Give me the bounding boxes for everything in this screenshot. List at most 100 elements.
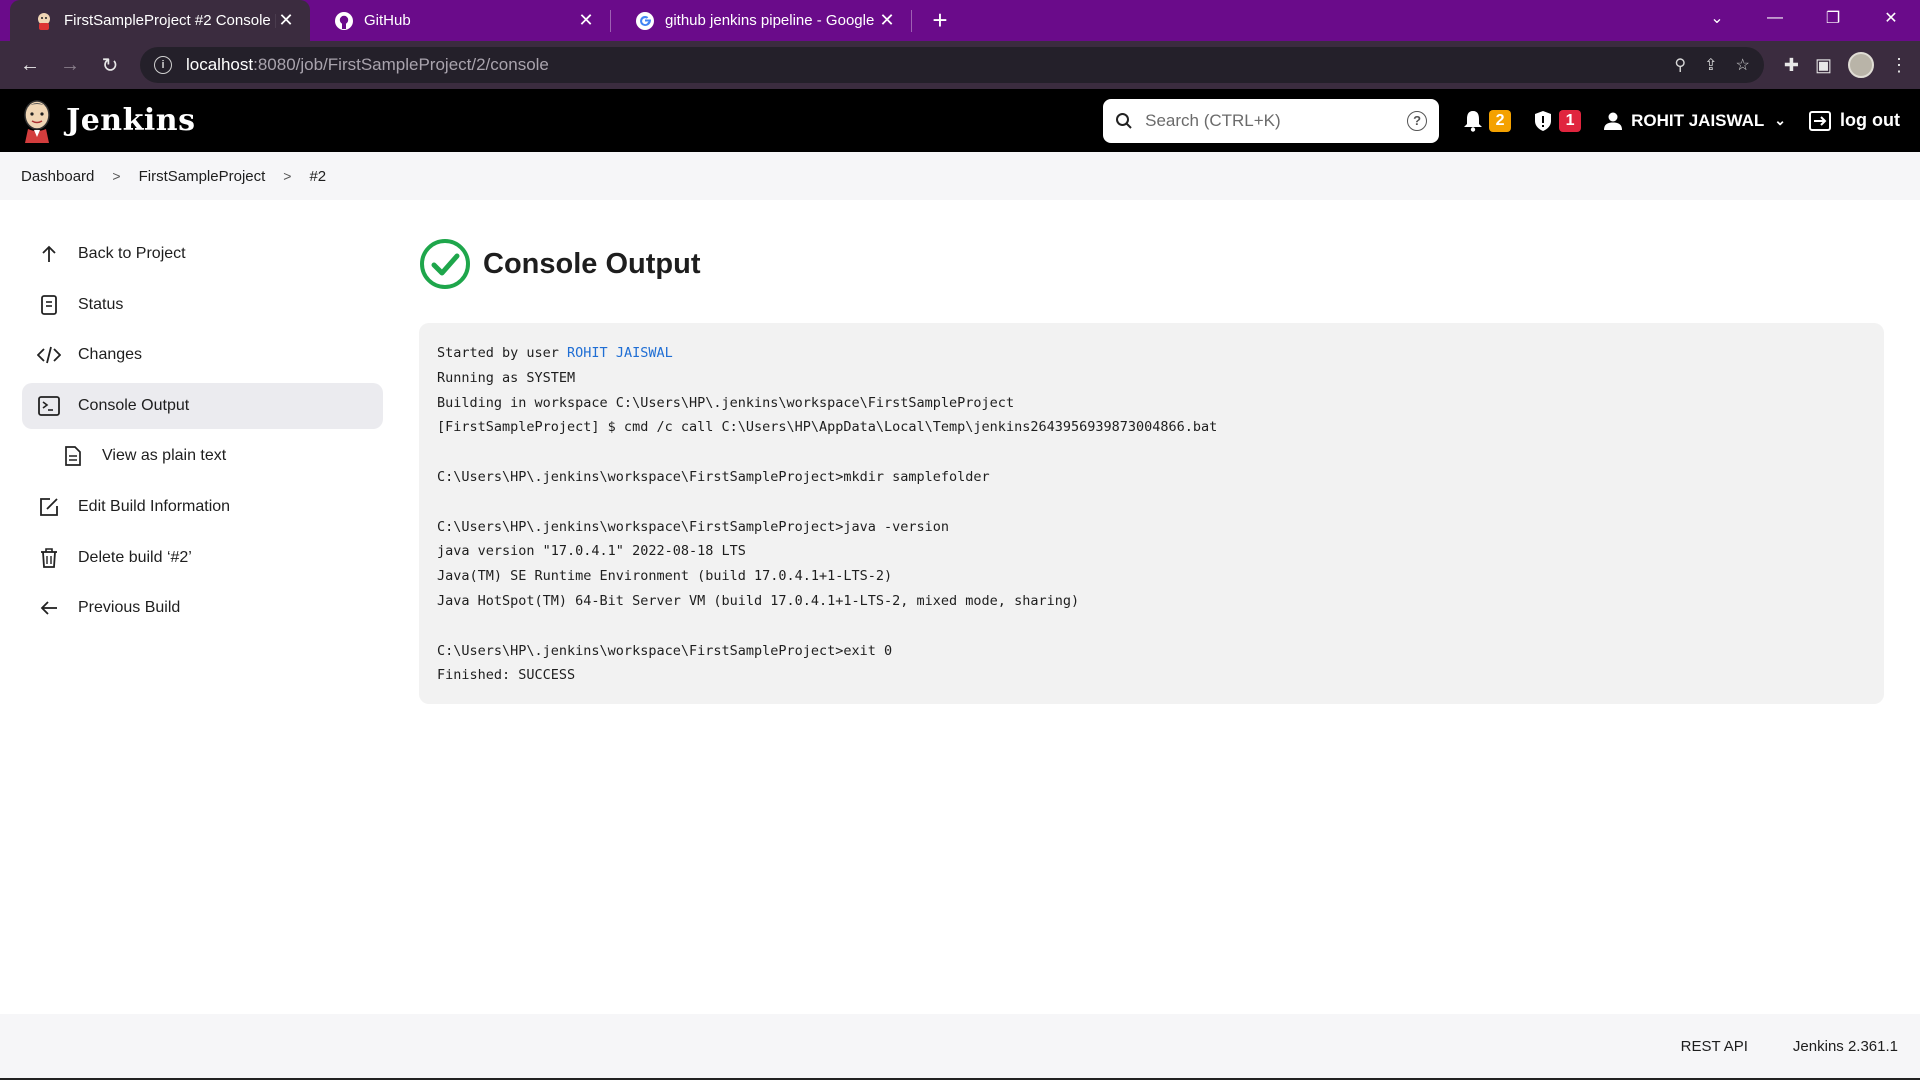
chevron-right-icon: > xyxy=(112,168,121,184)
browser-tab-jenkins[interactable]: FirstSampleProject #2 Console [Jenkins] … xyxy=(10,0,310,41)
security-badge: 1 xyxy=(1559,109,1582,132)
github-icon xyxy=(334,11,354,31)
browser-tab-github[interactable]: GitHub ✕ xyxy=(310,0,610,41)
close-tab-icon[interactable]: ✕ xyxy=(576,10,596,31)
console-line: Finished: SUCCESS xyxy=(437,667,576,684)
console-line: C:\Users\HP\.jenkins\workspace\FirstSamp… xyxy=(437,468,990,485)
security-button[interactable]: 1 xyxy=(1533,109,1582,132)
notifications-badge: 2 xyxy=(1489,109,1512,132)
arrow-up-icon xyxy=(36,241,62,267)
jenkins-version-link[interactable]: Jenkins 2.361.1 xyxy=(1793,1038,1898,1055)
browser-tab-title: GitHub xyxy=(364,12,411,29)
breadcrumb-item-build[interactable]: #2 xyxy=(309,168,326,185)
sidebar-item-label: Back to Project xyxy=(78,245,186,262)
shield-icon xyxy=(1535,110,1552,131)
close-tab-icon[interactable]: ✕ xyxy=(877,10,897,31)
close-tab-icon[interactable]: ✕ xyxy=(276,10,296,31)
site-info-icon[interactable]: i xyxy=(154,56,172,74)
profile-avatar[interactable] xyxy=(1848,52,1874,78)
jenkins-logo-text: Jenkins xyxy=(66,103,196,138)
chevron-right-icon: > xyxy=(283,168,292,184)
sidebar-item-changes[interactable]: Changes xyxy=(22,332,383,378)
user-menu[interactable]: ROHIT JAISWAL ⌄ xyxy=(1603,111,1786,131)
browser-tab-title: github jenkins pipeline - Google Search xyxy=(665,12,877,29)
console-line: C:\Users\HP\.jenkins\workspace\FirstSamp… xyxy=(437,642,893,659)
bell-icon xyxy=(1464,110,1483,132)
document-icon xyxy=(36,292,62,318)
restore-window-icon[interactable]: ❐ xyxy=(1804,0,1862,36)
browser-tab-title: FirstSampleProject #2 Console [Jenkins] xyxy=(64,12,276,29)
browser-menu-icon[interactable]: ⋮ xyxy=(1890,55,1908,76)
extensions-puzzle-icon[interactable]: ✚ xyxy=(1784,55,1799,76)
logout-icon xyxy=(1809,110,1832,131)
share-icon[interactable]: ⇪ xyxy=(1704,55,1717,75)
console-line: Started by user xyxy=(437,345,568,361)
window-controls: ⌄ — ❐ ✕ xyxy=(1688,0,1920,41)
url-path: :8080/job/FirstSampleProject/2/console xyxy=(253,55,549,74)
sidebar-item-label: Previous Build xyxy=(78,599,181,617)
sidebar-item-label: View as plain text xyxy=(102,447,227,465)
breadcrumb-item-dashboard[interactable]: Dashboard xyxy=(21,168,94,185)
bookmark-star-icon[interactable]: ☆ xyxy=(1736,55,1750,75)
search-input[interactable] xyxy=(1145,110,1408,131)
notifications-button[interactable]: 2 xyxy=(1463,109,1512,132)
sidebar-item-console-output[interactable]: Console Output xyxy=(22,382,383,429)
sidebar-item-label: Status xyxy=(78,295,124,313)
jenkins-logo[interactable]: Jenkins xyxy=(20,99,195,143)
search-box[interactable]: ? xyxy=(1103,98,1440,143)
arrow-left-icon xyxy=(36,595,62,621)
google-icon xyxy=(635,11,655,31)
jenkins-favicon-icon xyxy=(34,11,54,31)
help-icon[interactable]: ? xyxy=(1407,110,1428,131)
console-line: Running as SYSTEM xyxy=(437,369,576,386)
sidebar-item-status[interactable]: Status xyxy=(22,282,383,328)
tab-search-chevron-icon[interactable]: ⌄ xyxy=(1688,0,1746,36)
url-host: localhost xyxy=(186,55,254,74)
sidebar: Back to Project Status Changes Console O… xyxy=(22,231,383,636)
success-check-icon xyxy=(420,239,470,289)
console-output: Started by user ROHIT JAISWAL Running as… xyxy=(419,323,1884,705)
back-arrow-icon[interactable]: ← xyxy=(12,47,48,83)
side-panel-icon[interactable]: ▣ xyxy=(1815,55,1832,76)
console-line: Java(TM) SE Runtime Environment (build 1… xyxy=(437,568,893,585)
page-heading: Console Output xyxy=(419,234,1884,294)
zoom-icon[interactable]: ⚲ xyxy=(1674,55,1686,75)
address-bar[interactable]: i localhost:8080/job/FirstSampleProject/… xyxy=(140,47,1764,83)
console-user-link[interactable]: ROHIT JAISWAL xyxy=(567,345,673,361)
edit-icon xyxy=(36,494,62,520)
user-name: ROHIT JAISWAL xyxy=(1631,110,1765,130)
sidebar-item-label: Delete build ‘#2’ xyxy=(78,548,192,566)
sidebar-item-view-plain-text[interactable]: View as plain text xyxy=(22,433,383,479)
browser-tab-strip: FirstSampleProject #2 Console [Jenkins] … xyxy=(0,0,1920,41)
console-line: C:\Users\HP\.jenkins\workspace\FirstSamp… xyxy=(437,518,950,535)
trash-icon xyxy=(36,545,62,571)
console-line: [FirstSampleProject] $ cmd /c call C:\Us… xyxy=(437,419,1218,436)
breadcrumb: Dashboard > FirstSampleProject > #2 xyxy=(0,152,1920,200)
console-line: java version "17.0.4.1" 2022-08-18 LTS xyxy=(437,543,746,560)
new-tab-button[interactable]: + xyxy=(920,0,960,41)
reload-icon[interactable]: ↻ xyxy=(92,47,128,83)
page-title: Console Output xyxy=(483,247,701,280)
jenkins-butler-icon xyxy=(20,99,54,143)
sidebar-item-label: Changes xyxy=(78,346,143,364)
browser-tab-google[interactable]: github jenkins pipeline - Google Search … xyxy=(611,0,911,41)
close-window-icon[interactable]: ✕ xyxy=(1862,0,1920,36)
rest-api-link[interactable]: REST API xyxy=(1681,1038,1748,1055)
minimize-window-icon[interactable]: — xyxy=(1746,0,1804,36)
sidebar-item-edit-build-info[interactable]: Edit Build Information xyxy=(22,484,383,530)
terminal-icon xyxy=(36,393,62,419)
sidebar-item-label: Console Output xyxy=(78,396,190,414)
tab-separator xyxy=(911,9,912,32)
chevron-down-icon: ⌄ xyxy=(1774,112,1787,128)
footer: REST API Jenkins 2.361.1 xyxy=(0,1014,1920,1078)
logout-label: log out xyxy=(1840,110,1900,130)
code-icon xyxy=(36,342,62,368)
forward-arrow-icon[interactable]: → xyxy=(52,47,88,83)
logout-button[interactable]: log out xyxy=(1808,110,1900,132)
sidebar-item-delete-build[interactable]: Delete build ‘#2’ xyxy=(22,535,383,581)
sidebar-item-back-to-project[interactable]: Back to Project xyxy=(22,231,383,277)
user-icon xyxy=(1604,112,1623,130)
breadcrumb-item-project[interactable]: FirstSampleProject xyxy=(139,168,266,185)
file-text-icon xyxy=(60,443,86,469)
sidebar-item-previous-build[interactable]: Previous Build xyxy=(22,585,383,631)
